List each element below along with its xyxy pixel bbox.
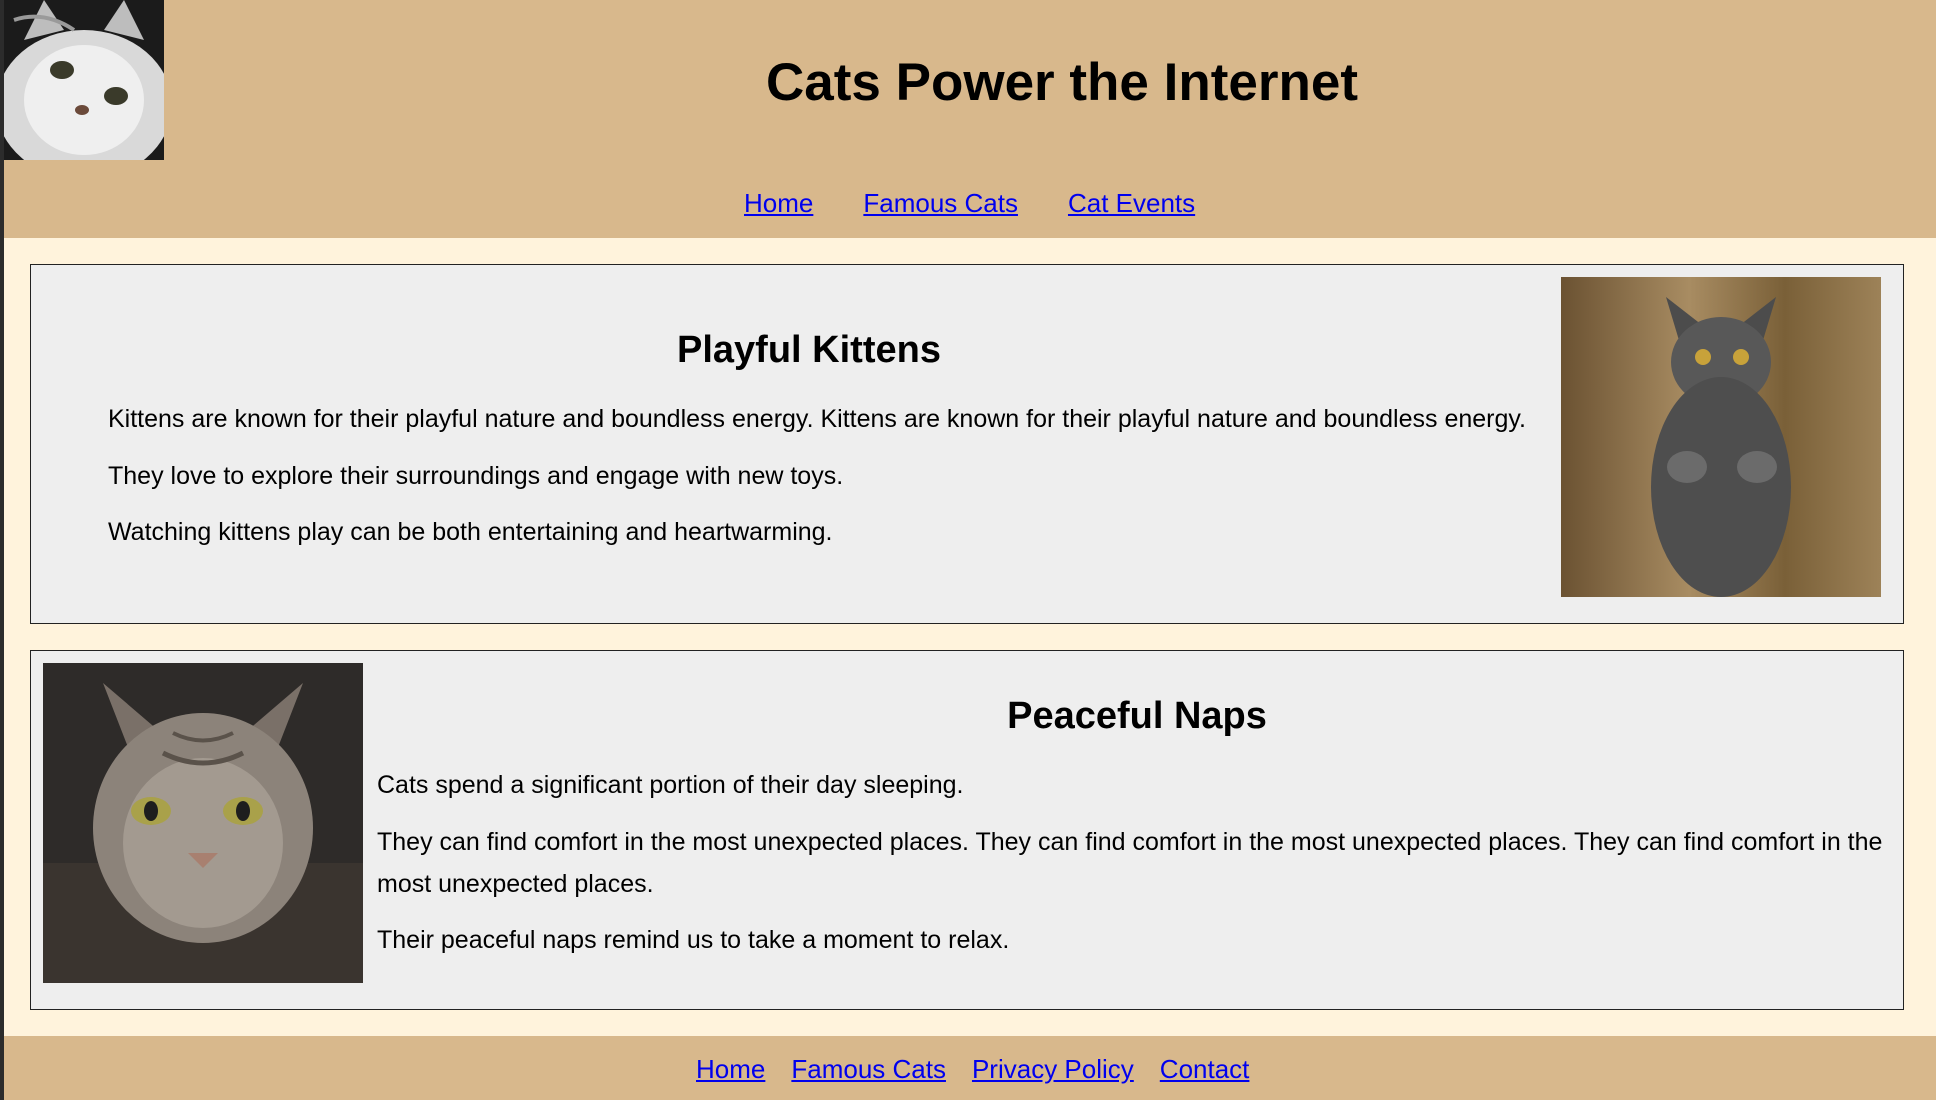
site-footer: Home Famous Cats Privacy Policy Contact [4,1036,1936,1100]
footer-nav: Home Famous Cats Privacy Policy Contact [696,1054,1249,1085]
section-heading: Peaceful Naps [1007,695,1267,737]
section-paragraph: Cats spend a significant portion of thei… [377,771,964,799]
nav-link-home[interactable]: Home [744,188,813,219]
section-heading: Playful Kittens [677,329,941,371]
footer-link-privacy-policy[interactable]: Privacy Policy [972,1054,1134,1085]
section-paragraph: They love to explore their surroundings … [108,462,844,490]
section-playful-kittens: Playful Kittens Kittens are known for th… [30,264,1904,624]
nav-link-famous-cats[interactable]: Famous Cats [863,188,1018,219]
section-paragraph: Kittens are known for their playful natu… [108,405,1526,433]
gray-kitten-photo [1561,277,1881,597]
section-paragraph: Their peaceful naps remind us to take a … [377,926,1010,954]
site-title: Cats Power the Internet [766,53,1358,112]
page: Cats Power the Internet Home Famous Cats… [0,0,1936,1100]
window-edge [0,0,4,1100]
footer-link-contact[interactable]: Contact [1160,1054,1250,1085]
section-paragraph: Watching kittens play can be both entert… [108,518,833,546]
footer-link-famous-cats[interactable]: Famous Cats [791,1054,946,1085]
nav-link-cat-events[interactable]: Cat Events [1068,188,1195,219]
site-header: Cats Power the Internet Home Famous Cats… [4,0,1936,238]
tabby-cat-photo [43,663,363,983]
section-peaceful-naps: Peaceful Naps Cats spend a significant p… [30,650,1904,1010]
section-paragraph: They can find comfort in the most unexpe… [377,828,1883,898]
footer-link-home[interactable]: Home [696,1054,765,1085]
top-nav: Home Famous Cats Cat Events [744,188,1195,219]
